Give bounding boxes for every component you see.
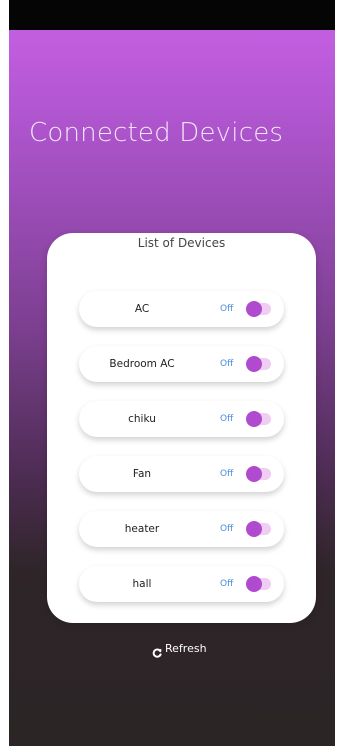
device-name: Fan — [132, 468, 152, 480]
app-screen: Connected Devices List of Devices AC Off… — [9, 0, 335, 746]
device-status: Off — [220, 524, 234, 534]
page-title: Connected Devices — [29, 118, 284, 148]
toggle-knob — [246, 466, 262, 482]
device-toggle-heater[interactable] — [246, 521, 271, 537]
refresh-icon — [152, 643, 162, 658]
device-row-fan[interactable]: Fan Off — [79, 456, 284, 492]
device-status: Off — [220, 469, 234, 479]
toggle-knob — [246, 521, 262, 537]
status-bar — [9, 0, 335, 30]
device-name: heater — [124, 523, 160, 535]
device-status: Off — [220, 304, 234, 314]
device-status: Off — [220, 359, 234, 369]
toggle-knob — [246, 356, 262, 372]
toggle-knob — [246, 576, 262, 592]
device-status: Off — [220, 414, 234, 424]
toggle-knob — [246, 411, 262, 427]
device-row-chiku[interactable]: chiku Off — [79, 401, 284, 437]
refresh-label: Refresh — [165, 641, 207, 655]
device-name: Bedroom AC — [109, 358, 175, 370]
device-name: hall — [132, 578, 152, 590]
device-list-card: List of Devices AC Off Bedroom AC Off ch… — [47, 233, 316, 623]
device-toggle-fan[interactable] — [246, 466, 271, 482]
device-toggle-chiku[interactable] — [246, 411, 271, 427]
device-row-bedroom-ac[interactable]: Bedroom AC Off — [79, 346, 284, 382]
device-row-ac[interactable]: AC Off — [79, 291, 284, 327]
device-status: Off — [220, 579, 234, 589]
device-row-hall[interactable]: hall Off — [79, 566, 284, 602]
toggle-knob — [246, 301, 262, 317]
device-toggle-hall[interactable] — [246, 576, 271, 592]
device-row-heater[interactable]: heater Off — [79, 511, 284, 547]
device-list-title: List of Devices — [137, 236, 226, 250]
device-toggle-ac[interactable] — [246, 301, 271, 317]
device-name: chiku — [128, 413, 156, 425]
device-toggle-bedroom-ac[interactable] — [246, 356, 271, 372]
refresh-button[interactable]: Refresh — [152, 640, 207, 658]
device-name: AC — [134, 303, 150, 315]
